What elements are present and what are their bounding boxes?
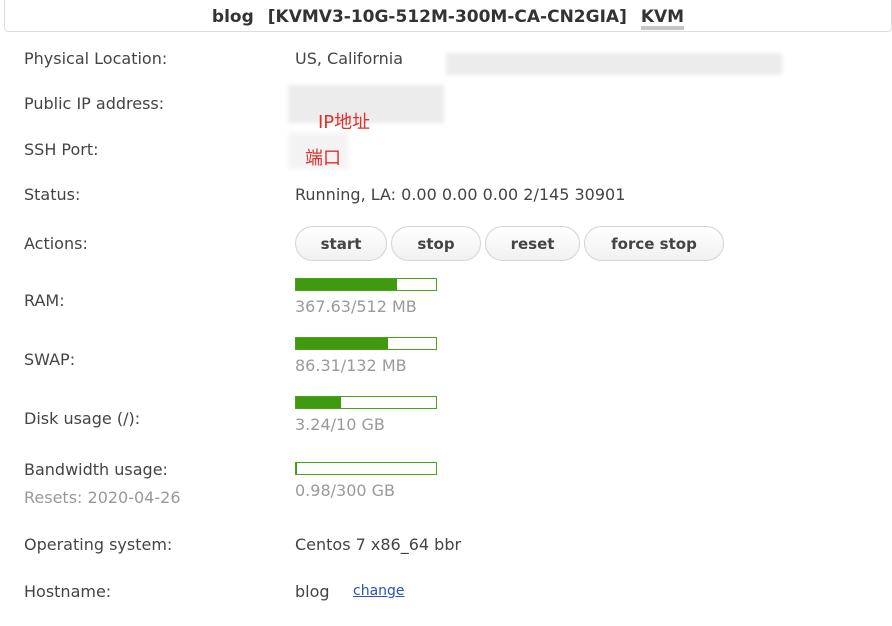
swap-usage-text: 86.31/132 MB	[295, 356, 407, 375]
vps-plan-title: [KVMV3-10G-512M-300M-CA-CN2GIA]	[267, 7, 627, 27]
swap-usage-bar	[295, 337, 437, 350]
disk-usage-text: 3.24/10 GB	[295, 415, 385, 434]
ssh-annotation: 端口	[305, 148, 341, 169]
vps-hostname-title: blog	[211, 7, 254, 27]
label-status: Status:	[24, 185, 81, 204]
label-os: Operating system:	[24, 535, 173, 554]
force-stop-button[interactable]: force stop	[584, 226, 724, 261]
label-ssh: SSH Port:	[24, 140, 99, 159]
ip-annotation: IP地址	[318, 112, 371, 133]
start-button[interactable]: start	[295, 226, 387, 261]
bandwidth-usage-text: 0.98/300 GB	[295, 481, 396, 500]
swap-usage-fill	[296, 338, 388, 349]
label-actions: Actions:	[24, 234, 88, 253]
ram-usage-fill	[296, 279, 397, 290]
redacted-location-detail	[446, 53, 782, 75]
label-swap: SWAP:	[24, 350, 76, 369]
vps-virt-type: KVM	[640, 7, 685, 27]
change-hostname-link[interactable]: change	[353, 583, 405, 599]
label-ip: Public IP address:	[24, 94, 165, 113]
label-location: Physical Location:	[24, 49, 168, 68]
value-location: US, California	[295, 49, 404, 68]
bandwidth-reset-date: Resets: 2020-04-26	[24, 488, 181, 507]
vps-title-bar: blog [KVMV3-10G-512M-300M-CA-CN2GIA] KVM	[4, 0, 892, 32]
ram-usage-text: 367.63/512 MB	[295, 297, 417, 316]
value-status: Running, LA: 0.00 0.00 0.00 2/145 30901	[295, 185, 626, 204]
disk-usage-bar	[295, 396, 437, 409]
ram-usage-bar	[295, 278, 437, 291]
stop-button[interactable]: stop	[391, 226, 481, 261]
label-hostname: Hostname:	[24, 582, 112, 601]
value-hostname: blog	[295, 582, 330, 601]
label-ram: RAM:	[24, 291, 65, 310]
value-os: Centos 7 x86_64 bbr	[295, 535, 462, 554]
label-disk: Disk usage (/):	[24, 409, 141, 428]
reset-button[interactable]: reset	[485, 226, 580, 261]
label-bandwidth: Bandwidth usage:	[24, 460, 168, 479]
bandwidth-usage-bar	[295, 462, 437, 475]
disk-usage-fill	[296, 397, 342, 408]
